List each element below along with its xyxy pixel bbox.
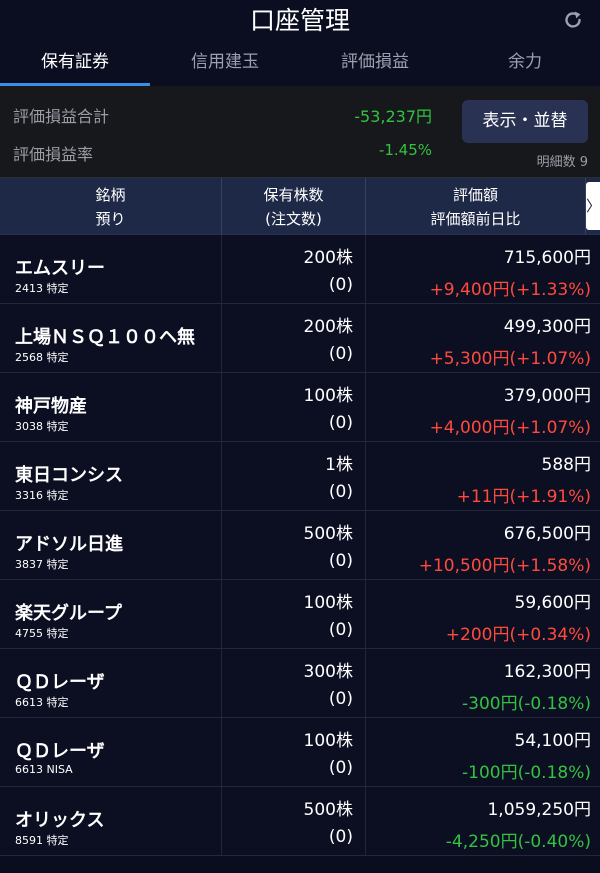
holding-quantity: 500株: [303, 800, 353, 820]
holdings-list: エムスリー 2413 特定 200株 (0) 715,600円 +9,400円(+1.…: [0, 235, 600, 856]
stock-name: 東日コンシス: [15, 465, 123, 486]
day-change: -4,250円(-0.40%): [445, 832, 591, 852]
holding-row[interactable]: アドソル日進 3837 特定 500株 (0) 676,500円 +10,500円(+…: [0, 511, 600, 580]
valuation-amount: 588円: [541, 455, 591, 475]
detail-count: 明細数 9: [536, 155, 588, 170]
pl-rate-label: 評価損益率: [13, 145, 94, 164]
holding-quantity: 100株: [303, 731, 353, 751]
valuation-amount: 499,300円: [503, 317, 591, 337]
day-change: +200円(+0.34%): [445, 625, 591, 645]
holding-quantity: 1株: [325, 455, 353, 475]
day-change: +10,500円(+1.58%): [418, 556, 591, 576]
stock-name: 神戸物産: [15, 396, 87, 417]
holding-quantity: 200株: [303, 317, 353, 337]
valuation-summary: 評価損益合計 -53,237円 評価損益率 -1.45% 表示・並替 明細数 9: [0, 86, 600, 178]
column-name: 銘柄 預り: [0, 178, 222, 234]
stock-code-custody: 3038 特定: [15, 420, 69, 433]
stock-name: ＱＤレーザ: [15, 741, 105, 762]
title-bar: 口座管理: [0, 0, 600, 42]
order-quantity: (0): [328, 344, 353, 364]
page-title: 口座管理: [249, 6, 350, 35]
stock-name: 上場ＮＳＱ１００ヘ無: [15, 327, 195, 348]
day-change: +11円(+1.91%): [456, 487, 591, 507]
holding-quantity: 500株: [303, 524, 353, 544]
holding-quantity: 100株: [303, 386, 353, 406]
holding-row[interactable]: オリックス 8591 特定 500株 (0) 1,059,250円 -4,250円(-…: [0, 787, 600, 856]
pl-rate-value: -1.45%: [378, 141, 432, 159]
order-quantity: (0): [328, 758, 353, 778]
day-change: +5,300円(+1.07%): [429, 349, 591, 369]
holding-quantity: 200株: [303, 248, 353, 268]
tab-bar: 保有証券 信用建玉 評価損益 余力: [0, 42, 600, 86]
order-quantity: (0): [328, 413, 353, 433]
stock-code-custody: 6613 特定: [15, 696, 69, 709]
stock-name: 楽天グループ: [15, 603, 122, 624]
tab-holdings[interactable]: 保有証券: [0, 42, 150, 86]
column-quantity: 保有株数 (注文数): [222, 178, 366, 234]
valuation-amount: 379,000円: [503, 386, 591, 406]
stock-code-custody: 4755 特定: [15, 627, 69, 640]
column-order-label: (注文数): [265, 209, 322, 228]
stock-name: エムスリー: [15, 258, 105, 279]
column-custody-label: 預り: [95, 209, 126, 228]
holding-row[interactable]: 東日コンシス 3316 特定 1株 (0) 588円 +11円(+1.91%): [0, 442, 600, 511]
stock-code-custody: 3837 特定: [15, 558, 69, 571]
column-valuation-label: 評価額: [452, 185, 498, 204]
valuation-amount: 162,300円: [503, 662, 591, 682]
day-change: -300円(-0.18%): [462, 694, 591, 714]
order-quantity: (0): [328, 275, 353, 295]
account-management-screen: 口座管理 保有証券 信用建玉 評価損益 余力 評価損益合計 -53,237円 評…: [0, 0, 600, 873]
holding-row[interactable]: ＱＤレーザ 6613 NISA 100株 (0) 54,100円 -100円(-0.1…: [0, 718, 600, 787]
tab-buying-power[interactable]: 余力: [450, 42, 600, 86]
holding-row[interactable]: 神戸物産 3038 特定 100株 (0) 379,000円 +4,000円(+1.0…: [0, 373, 600, 442]
stock-code-custody: 8591 特定: [15, 834, 69, 847]
column-header: 銘柄 預り 保有株数 (注文数) 評価額 評価額前日比 〉: [0, 178, 600, 235]
stock-code-custody: 2413 特定: [15, 282, 69, 295]
valuation-amount: 54,100円: [514, 731, 591, 751]
stock-code-custody: 2568 特定: [15, 351, 69, 364]
tab-valuation[interactable]: 評価損益: [300, 42, 450, 86]
holding-row[interactable]: 上場ＮＳＱ１００ヘ無 2568 特定 200株 (0) 499,300円 +5,300…: [0, 304, 600, 373]
order-quantity: (0): [328, 827, 353, 847]
valuation-amount: 59,600円: [514, 593, 591, 613]
order-quantity: (0): [328, 551, 353, 571]
column-name-label: 銘柄: [95, 185, 126, 204]
day-change: +4,000円(+1.07%): [429, 418, 591, 438]
order-quantity: (0): [328, 689, 353, 709]
stock-code-custody: 3316 特定: [15, 489, 69, 502]
display-sort-button[interactable]: 表示・並替: [462, 100, 588, 143]
order-quantity: (0): [328, 482, 353, 502]
stock-name: アドソル日進: [15, 534, 123, 555]
stock-name: ＱＤレーザ: [15, 672, 105, 693]
valuation-amount: 676,500円: [503, 524, 591, 544]
scroll-right-icon[interactable]: 〉: [586, 182, 600, 230]
day-change: +9,400円(+1.33%): [429, 280, 591, 300]
column-valuation: 評価額 評価額前日比: [366, 178, 586, 234]
valuation-amount: 715,600円: [503, 248, 591, 268]
stock-code-custody: 6613 NISA: [15, 763, 73, 776]
holding-quantity: 300株: [303, 662, 353, 682]
day-change: -100円(-0.18%): [462, 763, 591, 783]
holding-quantity: 100株: [303, 593, 353, 613]
total-pl-value: -53,237円: [354, 107, 432, 126]
tab-margin-positions[interactable]: 信用建玉: [150, 42, 300, 86]
column-change-label: 評価額前日比: [430, 209, 521, 228]
holding-row[interactable]: エムスリー 2413 特定 200株 (0) 715,600円 +9,400円(+1.…: [0, 235, 600, 304]
order-quantity: (0): [328, 620, 353, 640]
holding-row[interactable]: ＱＤレーザ 6613 特定 300株 (0) 162,300円 -300円(-0.18…: [0, 649, 600, 718]
total-pl-label: 評価損益合計: [13, 107, 110, 126]
stock-name: オリックス: [15, 810, 105, 831]
holding-row[interactable]: 楽天グループ 4755 特定 100株 (0) 59,600円 +200円(+0.34…: [0, 580, 600, 649]
column-quantity-label: 保有株数: [263, 185, 324, 204]
refresh-icon[interactable]: [562, 9, 584, 31]
valuation-amount: 1,059,250円: [487, 800, 591, 820]
